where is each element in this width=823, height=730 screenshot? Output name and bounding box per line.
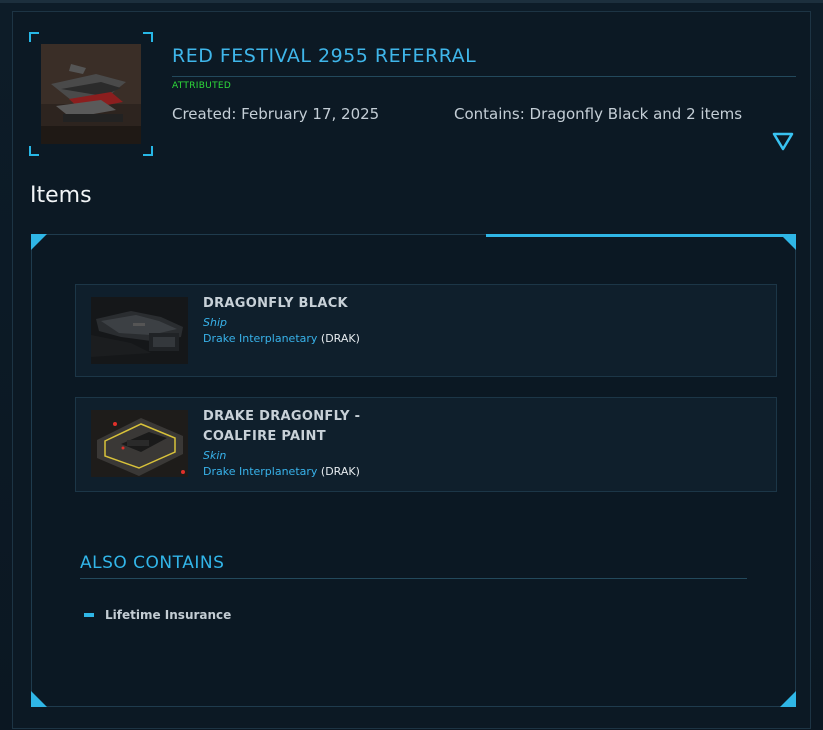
panel-corner-accent: [780, 234, 796, 250]
frame-corner: [143, 146, 153, 156]
panel-corner-accent: [780, 691, 796, 707]
item-image: [91, 297, 188, 364]
item-image: [91, 410, 188, 477]
manufacturer-name: Drake Interplanetary: [203, 465, 318, 478]
title-divider: [172, 76, 796, 77]
collapse-toggle-button[interactable]: [771, 130, 795, 154]
created-date: Created: February 17, 2025: [172, 105, 380, 123]
also-contains-heading: ALSO CONTAINS: [80, 553, 225, 573]
item-manufacturer: Drake Interplanetary (DRAK): [203, 332, 360, 345]
pledge-page: RED FESTIVAL 2955 REFERRAL ATTRIBUTED Cr…: [0, 0, 823, 730]
items-heading: Items: [30, 183, 92, 208]
item-manufacturer: Drake Interplanetary (DRAK): [203, 465, 360, 478]
bullet-icon: [84, 612, 94, 617]
item-name: DRAKE DRAGONFLY - COALFIRE PAINT: [203, 409, 361, 444]
chevron-down-triangle-icon: [772, 132, 794, 151]
panel-accent-line: [486, 234, 796, 237]
list-item[interactable]: DRAKE DRAGONFLY - COALFIRE PAINT Skin Dr…: [75, 397, 777, 492]
item-name: DRAGONFLY BLACK: [203, 296, 348, 311]
also-contains-label: Lifetime Insurance: [105, 608, 232, 622]
item-type: Ship: [203, 316, 227, 329]
status-badge: ATTRIBUTED: [172, 81, 232, 91]
manufacturer-name: Drake Interplanetary: [203, 332, 318, 345]
package-thumbnail-frame[interactable]: [29, 32, 153, 156]
list-item[interactable]: DRAGONFLY BLACK Ship Drake Interplanetar…: [75, 284, 777, 377]
frame-corner: [143, 32, 153, 42]
also-contains-item: Lifetime Insurance: [84, 608, 231, 622]
panel-corner-accent: [31, 691, 47, 707]
package-title: RED FESTIVAL 2955 REFERRAL: [172, 45, 477, 67]
manufacturer-code: (DRAK): [320, 465, 360, 478]
panel-corner-accent: [31, 234, 47, 250]
package-thumbnail: [41, 44, 141, 144]
item-type: Skin: [203, 449, 227, 462]
manufacturer-code: (DRAK): [320, 332, 360, 345]
items-panel: DRAGONFLY BLACK Ship Drake Interplanetar…: [31, 234, 796, 707]
frame-corner: [29, 146, 39, 156]
frame-corner: [29, 32, 39, 42]
contains-summary: Contains: Dragonfly Black and 2 items: [454, 105, 743, 123]
also-contains-divider: [80, 578, 747, 579]
